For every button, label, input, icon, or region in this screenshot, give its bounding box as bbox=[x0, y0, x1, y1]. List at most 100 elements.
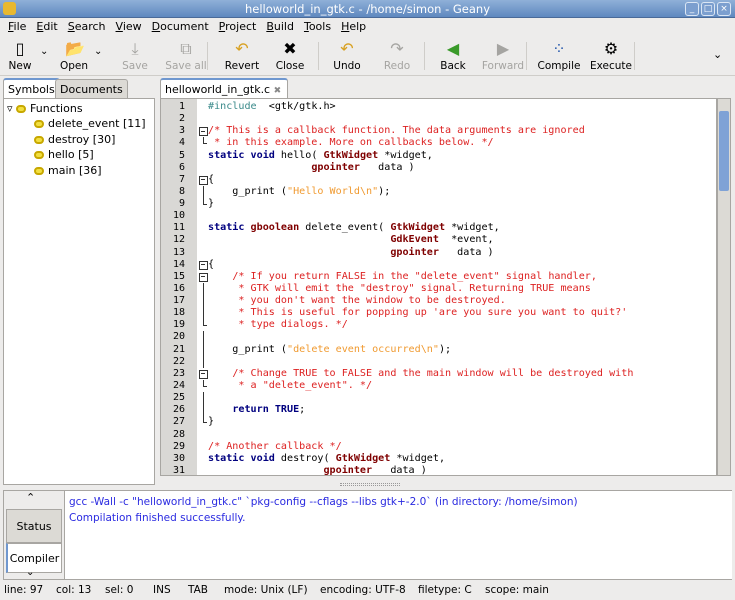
fold-line[interactable] bbox=[199, 319, 208, 331]
sidebar: Symbols Documents ▿ Functions delete_eve… bbox=[3, 78, 155, 485]
token: *widget, bbox=[390, 452, 446, 464]
fold-line[interactable] bbox=[199, 404, 208, 417]
tree-node-functions[interactable]: ▿ Functions bbox=[7, 101, 83, 116]
new-button[interactable]: ▯ New bbox=[4, 38, 36, 74]
menu-document[interactable]: Document bbox=[147, 18, 214, 36]
fold-marker-icon[interactable] bbox=[199, 125, 208, 137]
new-dropdown-chevron-icon[interactable]: ⌄ bbox=[40, 46, 48, 57]
menu-project[interactable]: Project bbox=[214, 18, 262, 36]
code-line: g_print ("Hello World\n"); bbox=[208, 186, 390, 198]
tab-close-icon[interactable]: ✖ bbox=[274, 86, 282, 96]
token-pre: #include bbox=[208, 101, 257, 112]
new-file-icon: ▯ bbox=[15, 39, 25, 58]
code-line: gpointer data ) bbox=[208, 246, 493, 259]
toolbar-overflow-chevron-icon[interactable]: ⌄ bbox=[713, 48, 722, 61]
tab-symbols[interactable]: Symbols bbox=[3, 78, 60, 99]
close-button[interactable]: ✖ Close bbox=[272, 38, 308, 74]
save-all-icon: ⧉ bbox=[180, 39, 192, 58]
token: ); bbox=[438, 343, 452, 355]
fold-line[interactable] bbox=[199, 137, 208, 149]
menu-help[interactable]: Help bbox=[336, 18, 371, 36]
fold-line[interactable] bbox=[199, 379, 208, 392]
save-icon: ⤓ bbox=[131, 39, 139, 58]
maximize-button[interactable]: □ bbox=[701, 2, 715, 16]
status-col: col: 13 bbox=[56, 584, 92, 596]
revert-button[interactable]: ↶ Revert bbox=[222, 38, 262, 74]
forward-button[interactable]: ▶ Forward bbox=[480, 38, 526, 74]
tree-label: delete_event [11] bbox=[48, 117, 146, 130]
line-number: 5 bbox=[178, 149, 185, 161]
menu-view[interactable]: View bbox=[111, 18, 147, 36]
fold-marker-icon[interactable] bbox=[199, 368, 208, 380]
editor-tab[interactable]: helloworld_in_gtk.c ✖ bbox=[160, 78, 289, 99]
token: { bbox=[208, 258, 215, 270]
tab-documents[interactable]: Documents bbox=[55, 79, 128, 99]
fold-line[interactable] bbox=[199, 185, 208, 199]
menu-search[interactable]: Search bbox=[63, 18, 111, 36]
fold-marker-icon[interactable] bbox=[199, 259, 208, 271]
token-type: GtkWidget bbox=[323, 149, 379, 161]
undo-button[interactable]: ↶ Undo bbox=[330, 38, 364, 74]
code-line: gpointer data ) bbox=[208, 465, 426, 475]
open-button[interactable]: 📂 Open bbox=[58, 38, 90, 74]
code-line: static void hello( GtkWidget *widget, bbox=[208, 150, 433, 162]
fold-line[interactable] bbox=[199, 416, 208, 428]
fold-line[interactable] bbox=[199, 295, 208, 308]
toolbar-separator bbox=[207, 42, 208, 70]
toolbar-label: Compile bbox=[537, 60, 581, 72]
line-number: 11 bbox=[172, 222, 185, 234]
scroll-up-chevron-icon[interactable]: ⌃ bbox=[26, 491, 35, 504]
fold-line[interactable] bbox=[199, 307, 208, 320]
toolbar-label: Execute bbox=[590, 60, 632, 72]
line-number: 6 bbox=[178, 161, 185, 173]
fold-line[interactable] bbox=[199, 331, 208, 344]
scrollbar-thumb[interactable] bbox=[719, 111, 729, 191]
menu-edit[interactable]: Edit bbox=[31, 18, 62, 36]
code-editor[interactable]: 1 2 3 4 5 6 7 8 9 10 11 12 13 14 15 16 17 18 19 20 21 22 23 24 2… bbox=[160, 98, 717, 476]
fold-line[interactable] bbox=[199, 355, 208, 368]
save-all-button[interactable]: ⧉ Save all bbox=[164, 38, 208, 74]
function-symbol-icon bbox=[34, 151, 44, 159]
open-dropdown-chevron-icon[interactable]: ⌄ bbox=[94, 46, 102, 57]
fold-line[interactable] bbox=[199, 282, 208, 296]
code-line: /* This is a callback function. The data… bbox=[208, 125, 585, 137]
token-type: gpointer bbox=[390, 246, 439, 258]
line-number: 2 bbox=[178, 113, 185, 125]
fold-line[interactable] bbox=[199, 392, 208, 405]
menu-tools[interactable]: Tools bbox=[299, 18, 336, 36]
save-button[interactable]: ⤓ Save bbox=[118, 38, 152, 74]
fold-line[interactable] bbox=[199, 343, 208, 356]
fold-line[interactable] bbox=[199, 198, 208, 210]
token: <gtk/gtk.h> bbox=[256, 101, 336, 112]
toolbar-separator bbox=[424, 42, 425, 70]
fold-marker-icon[interactable] bbox=[199, 174, 208, 186]
line-number: 10 bbox=[172, 210, 185, 222]
tree-item-function[interactable]: main [36] bbox=[34, 163, 102, 178]
token-cm: * This is useful for popping up 'are you… bbox=[208, 307, 628, 319]
tree-item-function[interactable]: hello [5] bbox=[34, 147, 94, 162]
compile-button[interactable]: ⁘ Compile bbox=[536, 38, 582, 74]
compiler-output[interactable]: gcc -Wall -c "helloworld_in_gtk.c" `pkg-… bbox=[64, 491, 732, 579]
close-window-button[interactable]: × bbox=[717, 2, 731, 16]
token-cm: * a "delete_event". */ bbox=[208, 379, 373, 391]
vertical-scrollbar[interactable] bbox=[717, 98, 731, 476]
token: data ) bbox=[359, 161, 415, 173]
scroll-down-chevron-icon[interactable]: ⌄ bbox=[26, 567, 34, 578]
pane-splitter-handle[interactable] bbox=[340, 483, 400, 486]
back-button[interactable]: ◀ Back bbox=[436, 38, 470, 74]
function-symbol-icon bbox=[34, 166, 44, 175]
tab-status[interactable]: Status bbox=[6, 509, 62, 543]
token-type: gpointer bbox=[311, 161, 360, 173]
token-kw: static void bbox=[208, 452, 275, 464]
tree-item-function[interactable]: destroy [30] bbox=[34, 132, 115, 147]
token-str: "Hello World\n" bbox=[287, 185, 379, 197]
menu-build[interactable]: Build bbox=[261, 18, 299, 36]
minimize-button[interactable]: _ bbox=[685, 2, 699, 16]
fold-marker-icon[interactable] bbox=[199, 271, 208, 283]
execute-button[interactable]: ⚙ Execute bbox=[586, 38, 636, 74]
redo-button[interactable]: ↷ Redo bbox=[380, 38, 414, 74]
tree-item-function[interactable]: delete_event [11] bbox=[34, 116, 146, 131]
menu-file[interactable]: File bbox=[3, 18, 31, 36]
expander-open-icon[interactable]: ▿ bbox=[7, 102, 16, 115]
